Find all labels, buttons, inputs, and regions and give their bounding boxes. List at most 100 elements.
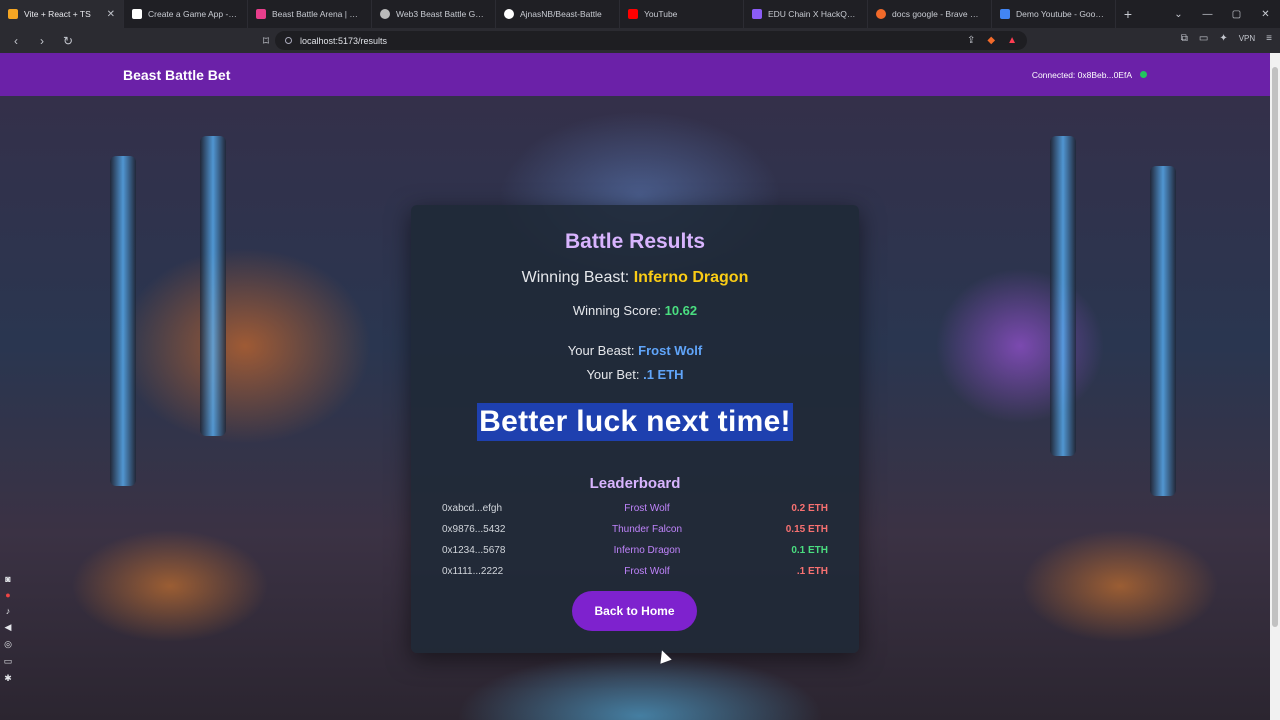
winning-beast-row: Winning Beast: Inferno Dragon bbox=[411, 269, 859, 287]
leaderboard-amount: .1 ETH bbox=[796, 566, 828, 577]
leaderboard-beast: Frost Wolf bbox=[624, 503, 670, 514]
microphone-icon[interactable]: ♪ bbox=[6, 606, 11, 616]
tab-youtube[interactable]: YouTube bbox=[620, 0, 744, 28]
winning-beast-value: Inferno Dragon bbox=[633, 269, 749, 286]
leaderboard-row: 0xabcd...efgh Frost Wolf 0.2 ETH bbox=[442, 503, 828, 519]
hackquest-icon bbox=[752, 9, 762, 19]
tab-bar: Vite + React + TS ✕ Create a Game App - … bbox=[0, 0, 1280, 28]
tab-google-docs[interactable]: Demo Youtube - Google D bbox=[992, 0, 1116, 28]
new-tab-button[interactable]: + bbox=[1116, 0, 1140, 28]
minimize-icon[interactable]: — bbox=[1193, 9, 1222, 20]
v0-icon bbox=[132, 9, 142, 19]
extensions-icon[interactable]: ⧉ bbox=[1181, 33, 1188, 44]
close-icon[interactable]: ✕ bbox=[107, 9, 115, 20]
page-scrollbar[interactable] bbox=[1270, 53, 1280, 720]
leaderboard-amount: 0.2 ETH bbox=[791, 503, 828, 514]
tab-web3-beast-battle[interactable]: Web3 Beast Battle Game bbox=[372, 0, 496, 28]
leaderboard-beast: Frost Wolf bbox=[624, 566, 670, 577]
tab-beast-battle-arena[interactable]: Beast Battle Arena | Gam bbox=[248, 0, 372, 28]
app-navbar: Beast Battle Bet Connected: 0x8Beb...0Ef… bbox=[0, 53, 1270, 96]
back-icon[interactable]: ‹ bbox=[8, 34, 24, 48]
your-beast-label: Your Beast: bbox=[567, 343, 635, 358]
leaderboard-beast: Inferno Dragon bbox=[613, 545, 681, 556]
share-icon[interactable]: ⇪ bbox=[967, 35, 975, 46]
leaderboard-beast: Thunder Falcon bbox=[611, 524, 683, 535]
globe-icon bbox=[380, 9, 390, 19]
webcam-icon[interactable]: ◎ bbox=[4, 639, 12, 650]
recording-dock: ◙ ● ♪ ◀ ◎ ▭ ✱ bbox=[0, 570, 16, 720]
your-beast-value: Frost Wolf bbox=[638, 343, 703, 358]
result-message-wrap: Better luck next time! bbox=[411, 403, 859, 441]
pillar-decoration bbox=[1050, 136, 1076, 456]
winning-score-label: Winning Score: bbox=[572, 303, 661, 318]
battle-results-card: Battle Results Winning Beast: Inferno Dr… bbox=[411, 205, 859, 653]
connection-status-text: Connected: 0x8Beb...0EfA bbox=[1031, 69, 1132, 80]
brave-shields-icon[interactable]: ◆ bbox=[987, 35, 995, 46]
your-bet-row: Your Bet: .1 ETH bbox=[411, 367, 859, 382]
bookmark-icon[interactable]: ⌑ bbox=[258, 34, 274, 48]
wallet-connection: Connected: 0x8Beb...0EfA bbox=[1032, 70, 1147, 80]
url-text[interactable]: localhost:5173/results bbox=[300, 36, 387, 46]
camera-icon[interactable]: ◙ bbox=[5, 574, 10, 584]
settings-icon[interactable]: ✱ bbox=[4, 673, 12, 684]
tab-label: Web3 Beast Battle Game bbox=[396, 9, 487, 19]
tab-search-icon[interactable]: ⌄ bbox=[1164, 9, 1193, 20]
address-bar[interactable]: localhost:5173/results ⇪ ◆ ▲ bbox=[275, 31, 1027, 50]
tab-label: EDU Chain X HackQuest I bbox=[768, 9, 859, 19]
close-window-icon[interactable]: ✕ bbox=[1251, 9, 1280, 20]
menu-icon[interactable]: ≡ bbox=[1266, 33, 1272, 44]
leaderboard-address: 0xabcd...efgh bbox=[442, 503, 503, 514]
tab-label: YouTube bbox=[644, 9, 678, 19]
leaderboard-row: 0x9876...5432 Thunder Falcon 0.15 ETH bbox=[442, 524, 828, 540]
tab-brave-search[interactable]: docs google - Brave Sear bbox=[868, 0, 992, 28]
back-to-home-button[interactable]: Back to Home bbox=[572, 591, 697, 631]
forward-icon[interactable]: › bbox=[34, 34, 50, 48]
leaderboard-address: 0x9876...5432 bbox=[442, 524, 506, 535]
tab-label: Create a Game App - v0 b bbox=[148, 9, 239, 19]
site-info-icon[interactable] bbox=[285, 37, 292, 44]
brave-rewards-icon[interactable]: ▲ bbox=[1007, 35, 1017, 46]
vpn-button[interactable]: VPN bbox=[1239, 34, 1255, 43]
leaderboard-amount: 0.1 ETH bbox=[791, 545, 828, 556]
sidebar-icon[interactable]: ▭ bbox=[1199, 33, 1208, 44]
scrollbar-thumb[interactable] bbox=[1272, 67, 1278, 627]
screen-icon[interactable]: ▭ bbox=[4, 656, 13, 667]
your-beast-row: Your Beast: Frost Wolf bbox=[411, 343, 859, 358]
brand-title[interactable]: Beast Battle Bet bbox=[123, 67, 230, 83]
vite-icon bbox=[8, 9, 18, 19]
pillar-decoration bbox=[1150, 166, 1176, 496]
reload-icon[interactable]: ↻ bbox=[60, 34, 76, 48]
record-icon[interactable]: ● bbox=[5, 590, 10, 600]
tab-label: docs google - Brave Sear bbox=[892, 9, 983, 19]
leaderboard-address: 0x1234...5678 bbox=[442, 545, 506, 556]
cube-icon bbox=[256, 9, 266, 19]
pillar-decoration bbox=[110, 156, 136, 486]
tab-vite[interactable]: Vite + React + TS ✕ bbox=[0, 0, 124, 28]
speaker-icon[interactable]: ◀ bbox=[5, 622, 12, 633]
winning-beast-label: Winning Beast: bbox=[521, 269, 630, 286]
winning-score-row: Winning Score: 10.62 bbox=[411, 303, 859, 318]
browser-toolbar: ‹ › ↻ ⌑ localhost:5173/results ⇪ ◆ ▲ ⧉ ▭… bbox=[0, 28, 1280, 53]
github-icon bbox=[504, 9, 514, 19]
your-bet-label: Your Bet: bbox=[586, 367, 640, 382]
youtube-icon bbox=[628, 9, 638, 19]
winning-score-value: 10.62 bbox=[664, 303, 698, 318]
connection-status-dot bbox=[1140, 71, 1147, 78]
tab-label: Demo Youtube - Google D bbox=[1016, 9, 1107, 19]
your-bet-value: .1 ETH bbox=[643, 367, 684, 382]
maximize-icon[interactable]: ▢ bbox=[1222, 9, 1251, 20]
pillar-decoration bbox=[200, 136, 226, 436]
page-viewport: Beast Battle Bet Connected: 0x8Beb...0Ef… bbox=[0, 53, 1270, 720]
tab-hackquest[interactable]: EDU Chain X HackQuest I bbox=[744, 0, 868, 28]
tab-v0[interactable]: Create a Game App - v0 b bbox=[124, 0, 248, 28]
tab-label: Vite + React + TS bbox=[24, 9, 91, 19]
leaderboard-row: 0x1234...5678 Inferno Dragon 0.1 ETH bbox=[442, 545, 828, 561]
tab-github[interactable]: AjnasNB/Beast-Battle bbox=[496, 0, 620, 28]
window-controls: ⌄ — ▢ ✕ bbox=[1164, 0, 1280, 28]
result-message: Better luck next time! bbox=[477, 403, 793, 441]
leaderboard-row: 0x1111...2222 Frost Wolf .1 ETH bbox=[442, 566, 828, 582]
tab-label: AjnasNB/Beast-Battle bbox=[520, 9, 602, 19]
tab-label: Beast Battle Arena | Gam bbox=[272, 9, 363, 19]
leaderboard-amount: 0.15 ETH bbox=[785, 524, 828, 535]
leo-ai-icon[interactable]: ✦ bbox=[1219, 33, 1227, 44]
